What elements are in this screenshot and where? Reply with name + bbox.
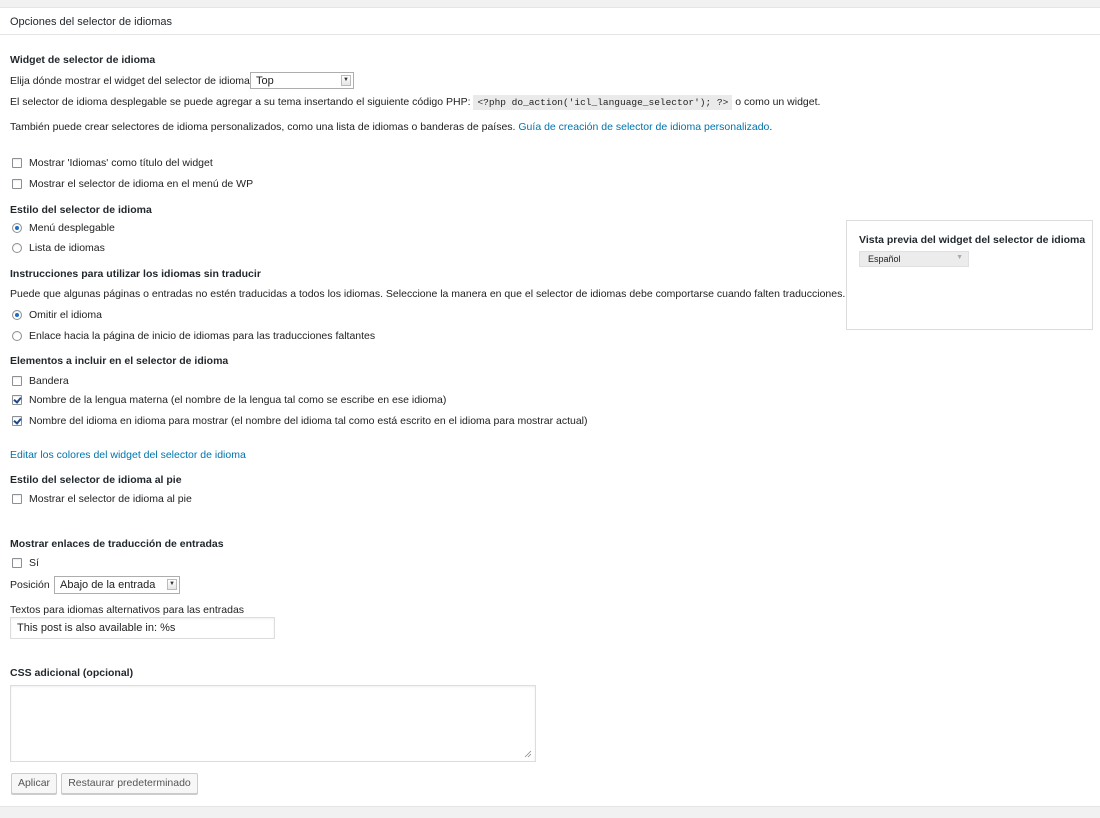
post-links-yes-checkbox[interactable]	[12, 558, 22, 568]
untranslated-heading: Instrucciones para utilizar los idiomas …	[10, 268, 261, 280]
chevron-down-icon: ▼	[341, 75, 351, 86]
preview-selected-language: Español	[868, 254, 901, 264]
style-list-label: Lista de idiomas	[29, 242, 105, 254]
style-list-radio[interactable]	[12, 243, 22, 253]
style-dropdown-radio[interactable]	[12, 223, 22, 233]
flag-checkbox[interactable]	[12, 376, 22, 386]
post-links-yes-label: Sí	[29, 557, 39, 569]
post-links-heading: Mostrar enlaces de traducción de entrada…	[10, 538, 224, 550]
php-text-before: El selector de idioma desplegable se pue…	[10, 96, 471, 108]
css-heading: CSS adicional (opcional)	[10, 667, 134, 679]
post-position-select[interactable]: Abajo de la entrada ▼	[54, 576, 180, 594]
custom-line-period: .	[769, 121, 773, 133]
custom-selector-guide-link[interactable]: Guía de creación de selector de idioma p…	[518, 121, 769, 133]
reset-default-button[interactable]: Restaurar predeterminado	[61, 773, 198, 794]
show-in-menu-label: Mostrar el selector de idioma en el menú…	[29, 178, 254, 190]
language-selector-options-panel: Opciones del selector de idiomas Widget …	[0, 7, 1100, 807]
alt-text-input[interactable]	[10, 617, 275, 639]
post-position-value: Abajo de la entrada	[60, 579, 156, 591]
display-name-label: Nombre del idioma en idioma para mostrar…	[29, 415, 588, 427]
post-position-label: Posición	[10, 579, 50, 591]
display-name-checkbox[interactable]	[12, 416, 22, 426]
elements-heading: Elementos a incluir en el selector de id…	[10, 355, 229, 367]
flag-label: Bandera	[29, 375, 69, 387]
alt-text-label: Textos para idiomas alternativos para la…	[10, 604, 245, 616]
widget-preview-box: Vista previa del widget del selector de …	[846, 220, 1093, 330]
widget-position-value: Top	[256, 75, 274, 87]
apply-button[interactable]: Aplicar	[11, 773, 57, 794]
php-code-snippet: <?php do_action('icl_language_selector')…	[473, 95, 733, 110]
panel-header: Opciones del selector de idiomas	[0, 8, 1100, 35]
native-name-checkbox[interactable]	[12, 395, 22, 405]
preview-title: Vista previa del widget del selector de …	[859, 234, 1086, 246]
widget-position-label: Elija dónde mostrar el widget del select…	[10, 75, 253, 87]
widget-heading: Widget de selector de idioma	[10, 54, 156, 66]
footer-show-label: Mostrar el selector de idioma al pie	[29, 493, 192, 505]
show-in-menu-checkbox[interactable]	[12, 179, 22, 189]
native-name-label: Nombre de la lengua materna (el nombre d…	[29, 394, 447, 406]
skip-language-label: Omitir el idioma	[29, 309, 102, 321]
css-textarea[interactable]	[10, 685, 536, 762]
custom-selectors-line: También puede crear selectores de idioma…	[10, 121, 772, 133]
style-dropdown-label: Menú desplegable	[29, 222, 115, 234]
php-text-after: o como un widget.	[735, 96, 821, 108]
link-home-radio[interactable]	[12, 331, 22, 341]
chevron-down-icon: ▼	[956, 254, 963, 261]
panel-title: Opciones del selector de idiomas	[10, 16, 173, 28]
custom-selectors-text: También puede crear selectores de idioma…	[10, 121, 516, 133]
resize-handle-icon[interactable]	[524, 750, 532, 758]
link-home-label: Enlace hacia la página de inicio de idio…	[29, 330, 376, 342]
style-heading: Estilo del selector de idioma	[10, 204, 152, 216]
show-title-label: Mostrar 'Idiomas' como título del widget	[29, 157, 213, 169]
widget-position-select[interactable]: Top ▼	[250, 72, 354, 89]
footer-heading: Estilo del selector de idioma al pie	[10, 474, 182, 486]
php-code-line: El selector de idioma desplegable se pue…	[10, 95, 821, 110]
chevron-down-icon: ▼	[167, 579, 177, 590]
show-title-checkbox[interactable]	[12, 158, 22, 168]
edit-colors-link[interactable]: Editar los colores del widget del select…	[10, 449, 246, 461]
untranslated-description: Puede que algunas páginas o entradas no …	[10, 288, 846, 300]
footer-show-checkbox[interactable]	[12, 494, 22, 504]
skip-language-radio[interactable]	[12, 310, 22, 320]
preview-language-select[interactable]: Español ▼	[859, 251, 969, 267]
